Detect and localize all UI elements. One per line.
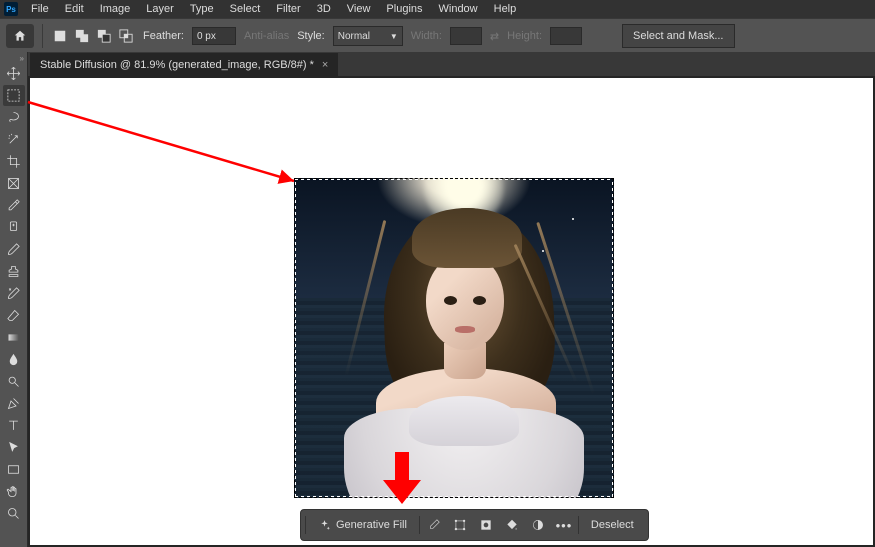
deselect-label: Deselect (591, 519, 634, 531)
deselect-button[interactable]: Deselect (581, 513, 644, 537)
more-options-icon[interactable]: ••• (552, 513, 576, 537)
document-tab[interactable]: Stable Diffusion @ 81.9% (generated_imag… (30, 53, 338, 76)
expand-tools-icon[interactable]: » (20, 54, 27, 62)
path-select-tool[interactable] (3, 437, 25, 458)
feather-input[interactable] (192, 27, 236, 45)
width-input (450, 27, 482, 45)
menu-help[interactable]: Help (487, 1, 524, 17)
marquee-tool[interactable] (3, 85, 25, 106)
add-selection-icon[interactable] (73, 27, 91, 45)
zoom-tool[interactable] (3, 503, 25, 524)
menu-file[interactable]: File (24, 1, 56, 17)
home-button[interactable] (6, 24, 34, 48)
magic-wand-tool[interactable] (3, 129, 25, 150)
gradient-tool[interactable] (3, 327, 25, 348)
document-tab-bar: Stable Diffusion @ 81.9% (generated_imag… (28, 52, 875, 76)
menu-filter[interactable]: Filter (269, 1, 307, 17)
options-bar: Feather: Anti-alias Style: Normal ▼ Widt… (0, 18, 875, 54)
select-and-mask-button[interactable]: Select and Mask... (622, 24, 735, 48)
menu-window[interactable]: Window (432, 1, 485, 17)
brush-tool[interactable] (3, 239, 25, 260)
intersect-selection-icon[interactable] (117, 27, 135, 45)
chevron-down-icon: ▼ (390, 32, 398, 41)
home-icon (13, 29, 27, 43)
lasso-tool[interactable] (3, 107, 25, 128)
tools-panel: » (0, 52, 28, 547)
pen-tool[interactable] (3, 393, 25, 414)
generative-fill-label: Generative Fill (336, 519, 407, 531)
document-area: Stable Diffusion @ 81.9% (generated_imag… (28, 52, 875, 547)
feather-label: Feather: (143, 30, 184, 42)
width-label: Width: (411, 30, 442, 42)
history-brush-tool[interactable] (3, 283, 25, 304)
style-label: Style: (297, 30, 325, 42)
swap-icon: ⇄ (490, 30, 499, 43)
close-tab-icon[interactable]: × (322, 59, 328, 71)
eraser-tool[interactable] (3, 305, 25, 326)
selection-mode-icons (51, 27, 135, 45)
menu-bar: Ps File Edit Image Layer Type Select Fil… (0, 0, 875, 18)
menu-edit[interactable]: Edit (58, 1, 91, 17)
menu-view[interactable]: View (340, 1, 378, 17)
document-tab-title: Stable Diffusion @ 81.9% (generated_imag… (40, 59, 314, 71)
sparkle-icon (318, 519, 331, 532)
clone-stamp-tool[interactable] (3, 261, 25, 282)
transform-selection-icon[interactable] (448, 513, 472, 537)
menu-type[interactable]: Type (183, 1, 221, 17)
mask-selection-icon[interactable] (474, 513, 498, 537)
canvas[interactable]: Generative Fill ••• Deselect (30, 78, 873, 545)
subtract-selection-icon[interactable] (95, 27, 113, 45)
frame-tool[interactable] (3, 173, 25, 194)
hand-tool[interactable] (3, 481, 25, 502)
separator (42, 24, 43, 48)
rectangle-tool[interactable] (3, 459, 25, 480)
new-selection-icon[interactable] (51, 27, 69, 45)
contextual-task-bar: Generative Fill ••• Deselect (300, 509, 649, 541)
style-value: Normal (338, 31, 370, 42)
antialias-label: Anti-alias (244, 30, 289, 42)
style-select[interactable]: Normal ▼ (333, 26, 403, 46)
adjustment-icon[interactable] (526, 513, 550, 537)
blur-tool[interactable] (3, 349, 25, 370)
generative-fill-button[interactable]: Generative Fill (308, 513, 417, 537)
height-input (550, 27, 582, 45)
document-image (294, 178, 614, 498)
menu-layer[interactable]: Layer (139, 1, 181, 17)
dodge-tool[interactable] (3, 371, 25, 392)
menu-select[interactable]: Select (223, 1, 268, 17)
height-label: Height: (507, 30, 542, 42)
move-tool[interactable] (3, 63, 25, 84)
menu-plugins[interactable]: Plugins (379, 1, 429, 17)
type-tool[interactable] (3, 415, 25, 436)
fill-selection-icon[interactable] (500, 513, 524, 537)
crop-tool[interactable] (3, 151, 25, 172)
modify-selection-icon[interactable] (422, 513, 446, 537)
healing-brush-tool[interactable] (3, 217, 25, 238)
app-logo: Ps (4, 2, 18, 16)
eyedropper-tool[interactable] (3, 195, 25, 216)
menu-image[interactable]: Image (93, 1, 138, 17)
menu-3d[interactable]: 3D (310, 1, 338, 17)
